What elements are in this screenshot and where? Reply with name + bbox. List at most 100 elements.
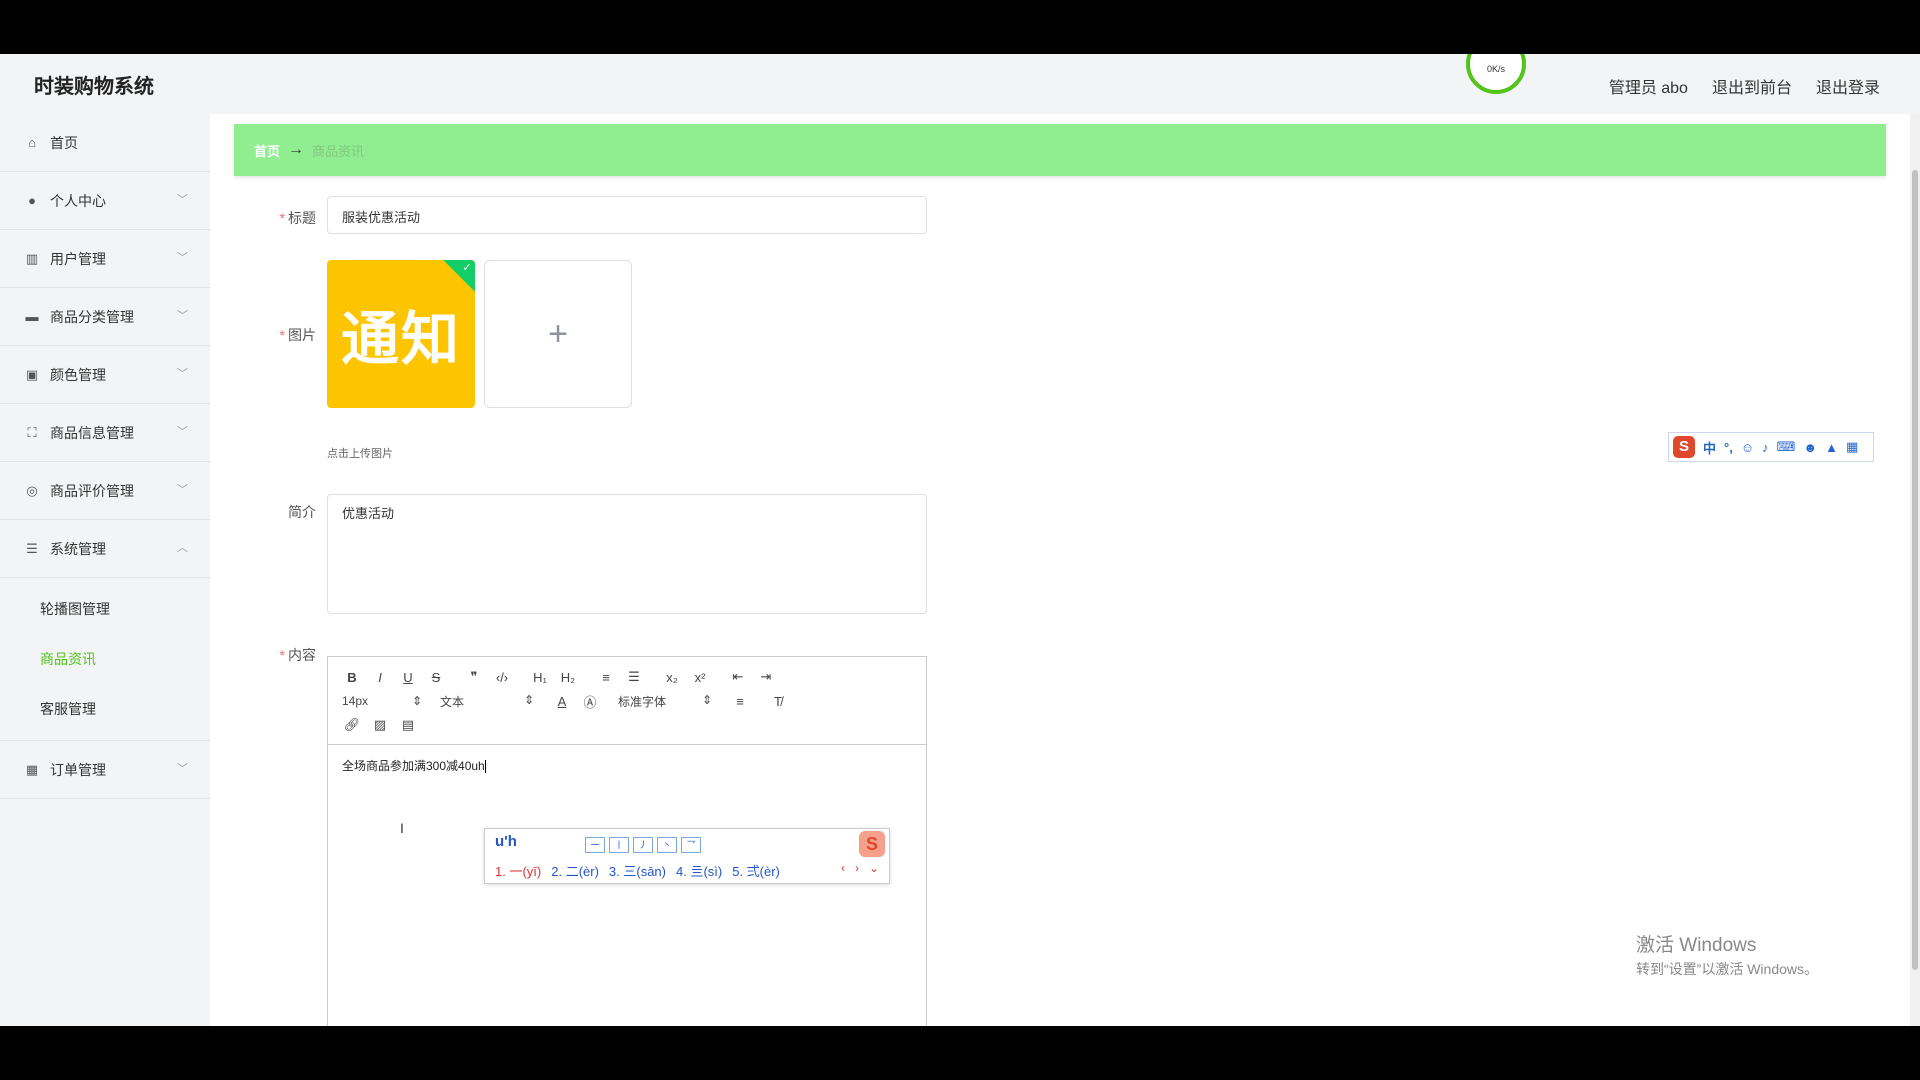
ime-nav: ‹ › ⌄ <box>841 861 879 875</box>
font-size-select[interactable]: 14px ⇕ <box>338 694 426 708</box>
ime-stroke[interactable]: 一 <box>585 837 605 853</box>
sidebar-item-colors[interactable]: ▣ 颜色管理 ﹀ <box>0 346 210 404</box>
sidebar-item-label: 颜色管理 <box>50 366 106 383</box>
sidebar-item-home[interactable]: ⌂ 首页 <box>0 114 210 172</box>
breadcrumb: 首页 → 商品资讯 <box>234 124 1886 176</box>
italic-button[interactable]: I <box>366 670 394 685</box>
app-window: 时装购物系统 0K/s 管理员 abo 退出到前台 退出登录 ⌂ 首页 ● 个人… <box>0 54 1920 1026</box>
chevron-right-icon[interactable]: › <box>855 861 859 875</box>
underline-button[interactable]: U <box>394 670 422 685</box>
breadcrumb-home[interactable]: 首页 <box>254 141 280 160</box>
chevron-down-icon: ﹀ <box>177 763 188 775</box>
compass-icon: ◎ <box>26 482 38 498</box>
background-color-icon[interactable]: Ⓐ <box>576 692 604 711</box>
chevron-down-icon[interactable]: ⌄ <box>869 861 879 875</box>
sidebar-item-profile[interactable]: ● 个人中心 ﹀ <box>0 172 210 230</box>
scrollbar-thumb[interactable] <box>1912 170 1918 970</box>
content-label: * 内容 <box>279 647 316 663</box>
sidebar-subitem-service[interactable]: 客服管理 <box>0 684 210 734</box>
network-speed-widget[interactable]: 0K/s <box>1466 54 1526 94</box>
bold-button[interactable]: B <box>338 670 366 685</box>
strike-button[interactable]: S <box>422 670 450 685</box>
sidebar-item-label: 系统管理 <box>50 540 106 557</box>
ime-candidate[interactable]: 5. 弍(èr) <box>732 861 780 880</box>
plus-icon: + <box>548 314 568 353</box>
toolbar-row: 14px ⇕ 文本 ⇕ A Ⓐ 标准字体 ⇕ ≡ T̸ <box>338 689 916 713</box>
ordered-list-button[interactable]: ≡ <box>592 670 620 685</box>
format-select[interactable]: 文本 ⇕ <box>436 693 538 710</box>
breadcrumb-current: 商品资讯 <box>312 143 365 159</box>
punctuation-icon[interactable]: °, <box>1724 440 1733 455</box>
sidebar-item-products[interactable]: ⛶ 商品信息管理 ﹀ <box>0 404 210 462</box>
font-color-icon[interactable]: A <box>548 694 576 709</box>
ime-mode-label[interactable]: 中 <box>1703 438 1716 457</box>
exit-to-front-link[interactable]: 退出到前台 <box>1712 74 1792 98</box>
chevron-up-icon: ︿ <box>177 542 188 554</box>
link-icon[interactable]: 🔗︎ <box>338 717 366 733</box>
sidebar-item-label: 首页 <box>50 134 78 151</box>
chevron-down-icon: ﹀ <box>177 426 188 438</box>
sidebar-item-orders[interactable]: ▦ 订单管理 ﹀ <box>0 741 210 799</box>
sidebar-item-system[interactable]: ☰ 系统管理 ︿ <box>0 520 210 578</box>
summary-label: 简介 <box>288 504 316 520</box>
summary-textarea[interactable]: 优惠活动 <box>327 494 927 614</box>
image-upload-button[interactable]: + <box>484 260 632 408</box>
toolbar-row: 🔗︎ ▨ ▤ <box>338 713 916 737</box>
sidebar-item-label: 订单管理 <box>50 761 106 778</box>
top-bar: 时装购物系统 0K/s 管理员 abo 退出到前台 退出登录 <box>0 54 1920 114</box>
keyboard-icon[interactable]: ⌨ <box>1777 439 1796 455</box>
image-label: * 图片 <box>279 327 316 343</box>
sidebar-item-categories[interactable]: ▬ 商品分类管理 ﹀ <box>0 288 210 346</box>
indent-button[interactable]: ⇥ <box>752 669 780 685</box>
sidebar-subitem-news[interactable]: 商品资讯 <box>0 634 210 684</box>
user-icon[interactable]: ☻ <box>1803 440 1817 455</box>
sogou-logo-icon[interactable]: S <box>1673 436 1695 458</box>
ime-stroke[interactable]: 丿 <box>633 837 653 853</box>
chevron-down-icon: ﹀ <box>177 484 188 496</box>
ime-stroke[interactable]: 丶 <box>657 837 677 853</box>
ime-stroke[interactable]: 乛 <box>681 837 701 853</box>
align-icon[interactable]: ≡ <box>726 694 754 709</box>
title-input[interactable]: 服装优惠活动 <box>327 196 927 234</box>
ime-candidate[interactable]: 2. 二(èr) <box>551 861 599 880</box>
chevron-left-icon[interactable]: ‹ <box>841 861 845 875</box>
sidebar-item-reviews[interactable]: ◎ 商品评价管理 ﹀ <box>0 462 210 520</box>
ime-candidate[interactable]: 4. 亖(sì) <box>676 861 722 880</box>
code-block-button[interactable]: ‹/› <box>488 670 516 685</box>
grid-icon[interactable]: ▦ <box>1846 439 1858 455</box>
h2-button[interactable]: H₂ <box>554 670 582 685</box>
chevron-down-icon: ﹀ <box>177 310 188 322</box>
check-icon: ✓ <box>462 261 472 274</box>
toolbar-row: B I U S ❞ ‹/› H₁ H₂ ≡ ☰ x₂ x² ⇤ ⇥ <box>338 665 916 689</box>
network-speed-text: 0K/s <box>1486 64 1505 74</box>
ime-candidate[interactable]: 3. 三(sān) <box>609 861 666 880</box>
sidebar-item-users[interactable]: ▥ 用户管理 ﹀ <box>0 230 210 288</box>
editor-toolbar: B I U S ❞ ‹/› H₁ H₂ ≡ ☰ x₂ x² ⇤ ⇥ 14px ⇕… <box>328 657 926 745</box>
h1-button[interactable]: H₁ <box>526 670 554 685</box>
video-icon[interactable]: ▤ <box>394 717 422 733</box>
admin-user-label: 管理员 abo <box>1608 80 1688 97</box>
blockquote-button[interactable]: ❞ <box>460 669 488 685</box>
microphone-icon[interactable]: ♪ <box>1762 440 1769 455</box>
emoji-icon[interactable]: ☺ <box>1741 440 1754 455</box>
page-scrollbar[interactable] <box>1910 114 1920 1026</box>
subscript-button[interactable]: x₂ <box>658 670 686 685</box>
font-family-select[interactable]: 标准字体 ⇕ <box>614 693 716 710</box>
bullet-list-button[interactable]: ☰ <box>620 669 648 685</box>
uploaded-image[interactable]: 通知 ✓ <box>327 260 475 408</box>
image-icon[interactable]: ▨ <box>366 717 394 733</box>
main-content: 首页 → 商品资讯 * 标题 服装优惠活动 * 图片 通知 ✓ + 点击上传图片 简… <box>234 124 1886 1026</box>
user-icon: ● <box>28 193 36 208</box>
editor-content[interactable]: 全场商品参加满300减40uh <box>328 745 926 786</box>
frame-icon: ⛶ <box>27 424 37 440</box>
sidebar-item-label: 个人中心 <box>50 192 106 209</box>
outdent-button[interactable]: ⇤ <box>724 669 752 685</box>
watermark-line2: 转到“设置”以激活 Windows。 <box>1636 961 1819 977</box>
logout-link[interactable]: 退出登录 <box>1816 74 1880 98</box>
skin-icon[interactable]: ▲ <box>1825 440 1838 455</box>
clear-format-icon[interactable]: T̸ <box>764 694 792 709</box>
ime-stroke[interactable]: 丨 <box>609 837 629 853</box>
sidebar-subitem-carousel[interactable]: 轮播图管理 <box>0 584 210 634</box>
ime-candidate[interactable]: 1. 一(yī) <box>495 861 541 880</box>
superscript-button[interactable]: x² <box>686 670 714 685</box>
